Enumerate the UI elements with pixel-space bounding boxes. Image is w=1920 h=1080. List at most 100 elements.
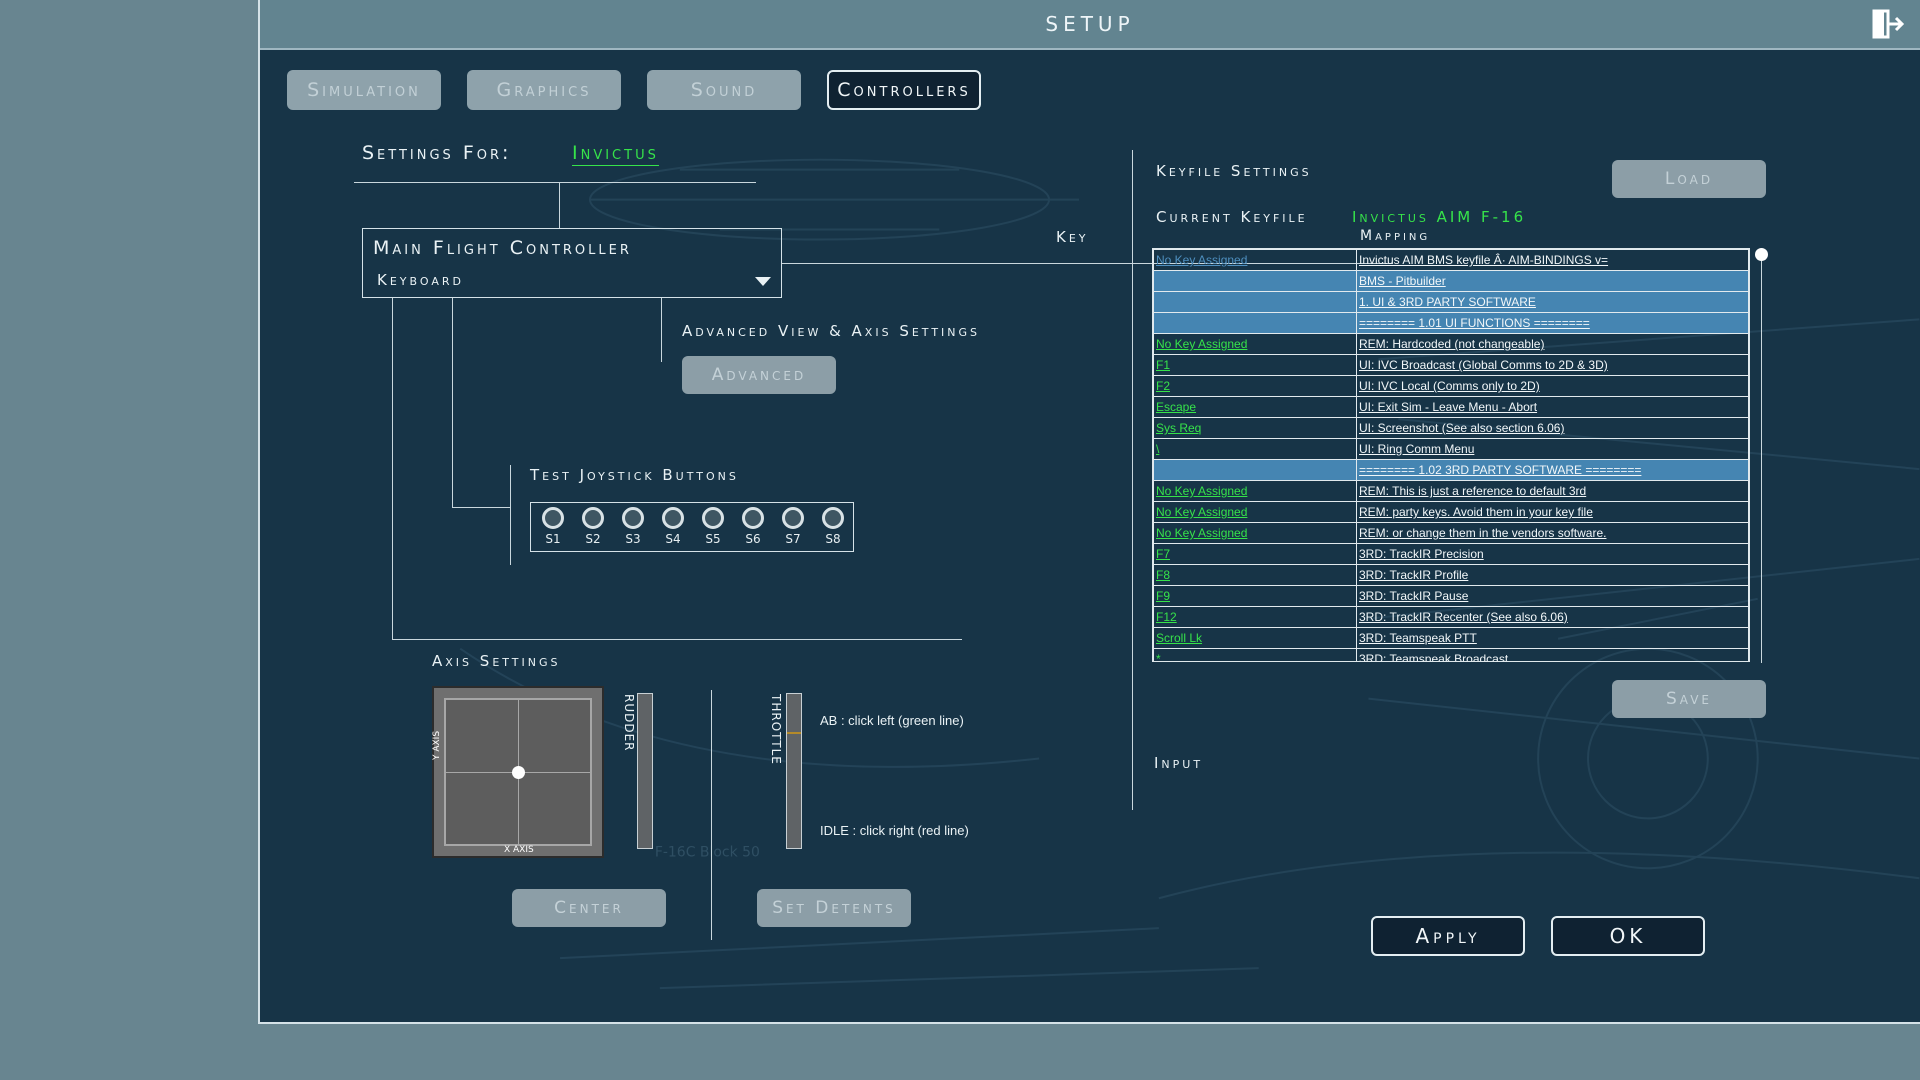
key-binding-cell[interactable]: No Key Assigned <box>1153 480 1357 502</box>
function-cell: UI: Screenshot (See also section 6.06) <box>1356 417 1749 439</box>
key-binding-cell[interactable]: F9 <box>1153 585 1357 607</box>
function-cell: BMS - Pitbuilder <box>1356 270 1749 292</box>
key-binding-cell[interactable]: F8 <box>1153 564 1357 586</box>
function-cell: 3RD: TrackIR Recenter (See also 6.06) <box>1356 606 1749 628</box>
key-binding-cell[interactable]: No Key Assigned <box>1153 501 1357 523</box>
joystick-button-s6: S6 <box>738 507 768 546</box>
key-mapping-row[interactable]: No Key Assigned REM: party keys. Avoid th… <box>1153 501 1749 523</box>
advanced-view-label: Advanced View & Axis Settings <box>682 322 981 340</box>
chevron-down-icon[interactable] <box>755 277 771 287</box>
key-binding-cell[interactable]: No Key Assigned <box>1153 249 1357 271</box>
y-axis-label: Y AXIS <box>432 730 442 760</box>
keyfile-settings-label: Keyfile Settings <box>1156 162 1312 180</box>
key-binding-cell[interactable]: * <box>1153 648 1357 661</box>
key-binding-cell[interactable] <box>1153 459 1357 481</box>
controller-selected-value: Keyboard <box>377 271 464 289</box>
throttle-bar[interactable] <box>786 693 802 849</box>
center-button[interactable]: Center <box>512 889 666 927</box>
rudder-label: RUDDER <box>622 694 636 752</box>
axis-settings-label: Axis Settings <box>432 652 561 670</box>
key-column-label: Key <box>1056 228 1089 246</box>
function-cell: UI: IVC Broadcast (Global Comms to 2D & … <box>1356 354 1749 376</box>
key-mapping-row[interactable]: No Key Assigned REM: Hardcoded (not chang… <box>1153 333 1749 355</box>
tab-sound[interactable]: Sound <box>647 70 801 110</box>
advanced-button[interactable]: Advanced <box>682 356 836 394</box>
key-binding-cell[interactable]: No Key Assigned <box>1153 333 1357 355</box>
rudder-bar <box>637 693 653 849</box>
joystick-buttons-panel: S1 S2 S3 S4 S5 S6 S7 S8 <box>530 502 854 552</box>
title-bar: SETUP <box>260 0 1920 50</box>
function-cell: 3RD: TrackIR Profile <box>1356 564 1749 586</box>
joystick-button-s4: S4 <box>658 507 688 546</box>
key-mapping-table[interactable]: No Key Assigned Invictus AIM BMS keyfile … <box>1152 248 1750 662</box>
key-mapping-row[interactable]: No Key Assigned Invictus AIM BMS keyfile … <box>1153 249 1749 271</box>
key-mapping-row[interactable]: \ UI: Ring Comm Menu <box>1153 438 1749 460</box>
save-keyfile-button[interactable]: Save <box>1612 680 1766 718</box>
test-joystick-label: Test Joystick Buttons <box>530 466 739 484</box>
key-binding-cell[interactable]: Sys Req <box>1153 417 1357 439</box>
window-title: SETUP <box>1045 12 1135 36</box>
key-mapping-row[interactable]: Scroll Lk 3RD: Teamspeak PTT <box>1153 627 1749 649</box>
tab-graphics[interactable]: Graphics <box>467 70 621 110</box>
key-binding-cell[interactable]: Escape <box>1153 396 1357 418</box>
key-binding-cell[interactable] <box>1153 270 1357 292</box>
idle-hint: IDLE : click right (red line) <box>820 823 969 838</box>
connector-line <box>661 298 662 362</box>
function-cell: ======== 1.01 UI FUNCTIONS ======== <box>1356 312 1749 334</box>
key-binding-cell[interactable]: F7 <box>1153 543 1357 565</box>
joystick-button-s3: S3 <box>618 507 648 546</box>
key-mapping-row[interactable]: No Key Assigned REM: This is just a refer… <box>1153 480 1749 502</box>
key-binding-cell[interactable]: F2 <box>1153 375 1357 397</box>
key-binding-cell[interactable]: \ <box>1153 438 1357 460</box>
main-flight-controller-select[interactable]: Main Flight Controller Keyboard <box>362 228 782 298</box>
key-binding-cell[interactable]: F12 <box>1153 606 1357 628</box>
input-label: Input <box>1154 754 1204 772</box>
key-mapping-rows: No Key Assigned Invictus AIM BMS keyfile … <box>1153 249 1749 661</box>
xy-axis-display: Y AXIS X AXIS <box>432 686 604 858</box>
ab-hint: AB : click left (green line) <box>820 713 964 728</box>
setup-panel: F-16C Block 50 SETUP Simulation Graphics… <box>258 0 1920 1024</box>
key-mapping-row[interactable]: ======== 1.01 UI FUNCTIONS ======== <box>1153 312 1749 334</box>
load-keyfile-button[interactable]: Load <box>1612 160 1766 198</box>
connector-line <box>452 507 510 508</box>
main-flight-controller-title: Main Flight Controller <box>373 237 632 259</box>
key-binding-cell[interactable]: F1 <box>1153 354 1357 376</box>
key-mapping-row[interactable]: F8 3RD: TrackIR Profile <box>1153 564 1749 586</box>
key-mapping-row[interactable]: 1. UI & 3RD PARTY SOFTWARE <box>1153 291 1749 313</box>
apply-button[interactable]: Apply <box>1371 916 1525 956</box>
scrollbar-track[interactable] <box>1761 255 1762 663</box>
key-mapping-row[interactable]: F9 3RD: TrackIR Pause <box>1153 585 1749 607</box>
key-mapping-row[interactable]: ======== 1.02 3RD PARTY SOFTWARE =======… <box>1153 459 1749 481</box>
ok-button[interactable]: OK <box>1551 916 1705 956</box>
key-mapping-row[interactable]: F7 3RD: TrackIR Precision <box>1153 543 1749 565</box>
function-cell: REM: party keys. Avoid them in your key … <box>1356 501 1749 523</box>
function-cell: ======== 1.02 3RD PARTY SOFTWARE =======… <box>1356 459 1749 481</box>
key-mapping-row[interactable]: No Key Assigned REM: or change them in th… <box>1153 522 1749 544</box>
key-binding-cell[interactable]: Scroll Lk <box>1153 627 1357 649</box>
tab-simulation[interactable]: Simulation <box>287 70 441 110</box>
key-mapping-row[interactable]: Sys Req UI: Screenshot (See also section … <box>1153 417 1749 439</box>
key-binding-cell[interactable] <box>1153 291 1357 313</box>
key-mapping-row[interactable]: Escape UI: Exit Sim - Leave Menu - Abort <box>1153 396 1749 418</box>
current-keyfile-label: Current Keyfile <box>1156 208 1308 226</box>
function-cell: UI: IVC Local (Comms only to 2D) <box>1356 375 1749 397</box>
function-cell: UI: Exit Sim - Leave Menu - Abort <box>1356 396 1749 418</box>
function-cell: 3RD: Teamspeak PTT <box>1356 627 1749 649</box>
scrollbar-thumb[interactable] <box>1755 248 1768 261</box>
key-binding-cell[interactable] <box>1153 312 1357 334</box>
key-mapping-row[interactable]: * 3RD: Teamspeak Broadcast <box>1153 648 1749 661</box>
joystick-button-s8: S8 <box>818 507 848 546</box>
function-cell: 3RD: TrackIR Pause <box>1356 585 1749 607</box>
settings-for-label: Settings For: <box>362 142 512 164</box>
key-binding-cell[interactable]: No Key Assigned <box>1153 522 1357 544</box>
key-mapping-row[interactable]: F2 UI: IVC Local (Comms only to 2D) <box>1153 375 1749 397</box>
function-cell: Invictus AIM BMS keyfile Â· AIM-BINDINGS… <box>1356 249 1749 271</box>
key-mapping-row[interactable]: F12 3RD: TrackIR Recenter (See also 6.06) <box>1153 606 1749 628</box>
exit-door-icon[interactable] <box>1870 8 1906 40</box>
tab-controllers[interactable]: Controllers <box>827 70 981 110</box>
key-mapping-row[interactable]: BMS - Pitbuilder <box>1153 270 1749 292</box>
set-detents-button[interactable]: Set Detents <box>757 889 911 927</box>
settings-for-pilot[interactable]: Invictus <box>572 142 659 166</box>
divider <box>711 690 712 940</box>
key-mapping-row[interactable]: F1 UI: IVC Broadcast (Global Comms to 2D … <box>1153 354 1749 376</box>
